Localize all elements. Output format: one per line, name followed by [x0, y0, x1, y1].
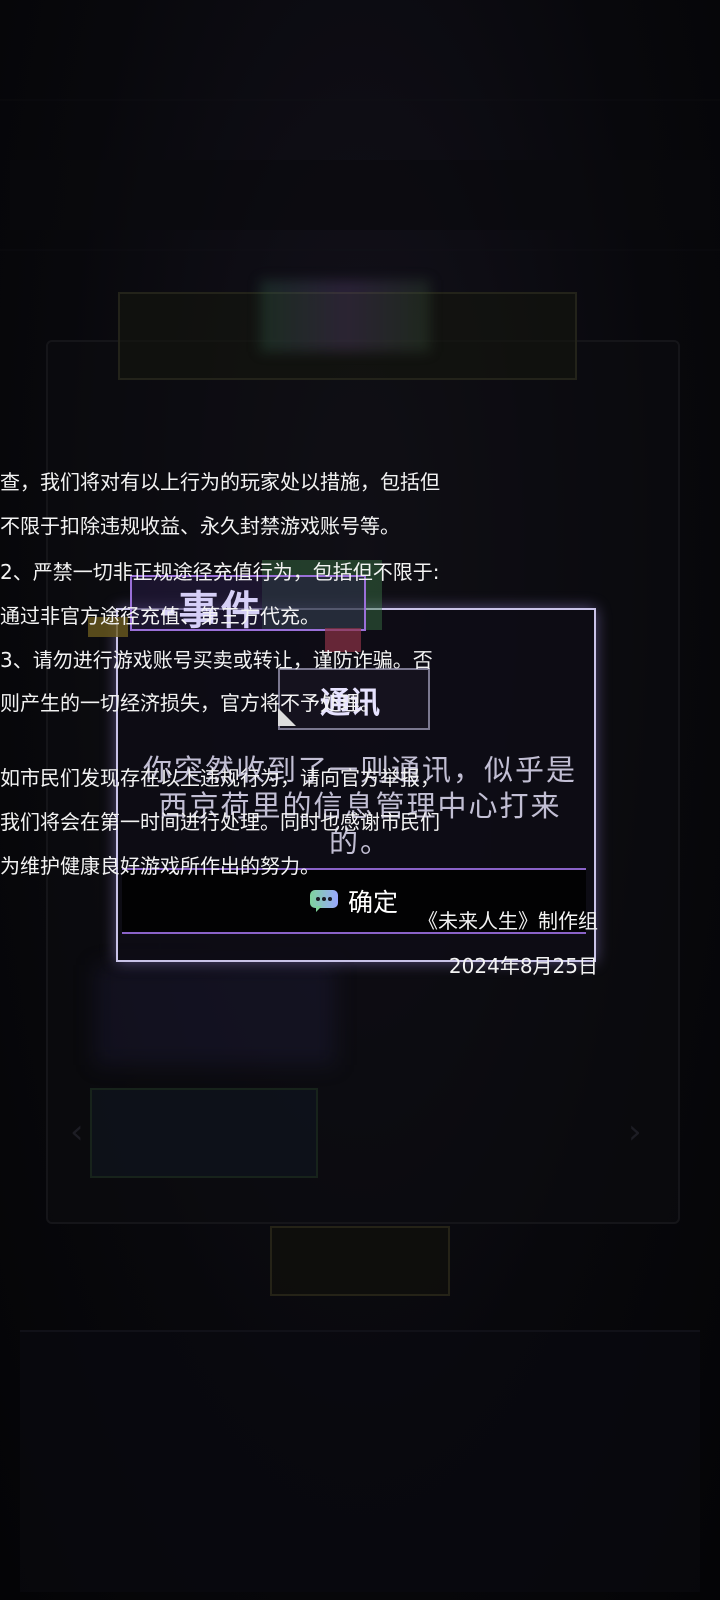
notice-line: 查，我们将对有以上行为的玩家处以措施，包括但 — [0, 470, 440, 494]
partial-line — [108, 403, 588, 421]
background-list — [20, 1330, 700, 1592]
notice-date: 2024年8月25日 — [448, 954, 598, 978]
background-hud — [10, 160, 710, 230]
background-glow — [95, 965, 335, 1065]
notice-line: 则产生的一切经济损失，官方将不予处理。 — [0, 691, 380, 715]
notice-line: 通过非官方途径充值、第三方代充。 — [0, 604, 320, 628]
chat-bubble-icon — [309, 890, 338, 912]
background-bottom-button — [270, 1226, 450, 1296]
right-arrow-icon: › — [628, 1112, 642, 1152]
notice-line: 2、严禁一切非正规途径充值行为，包括但不限于: — [0, 560, 440, 584]
notice-line: 我们将会在第一时间进行处理。同时也感谢市民们 — [0, 810, 440, 834]
notice-line: 3、请勿进行游戏账号买卖或转让，谨防诈骗。否 — [0, 648, 433, 672]
left-arrow-icon: ‹ — [70, 1112, 84, 1152]
notice-line: 不限于扣除违规收益、永久封禁游戏账号等。 — [0, 514, 400, 538]
signature: 《未来人生》制作组 — [418, 909, 598, 933]
confirm-label: 确定 — [347, 888, 398, 917]
notice-line: 如市民们发现存在以上违规行为，请向官方举报， — [0, 766, 440, 790]
notice-line: 为维护健康良好游戏所作出的努力。 — [0, 854, 320, 878]
background-button — [90, 1088, 318, 1178]
background-banner — [118, 280, 577, 380]
